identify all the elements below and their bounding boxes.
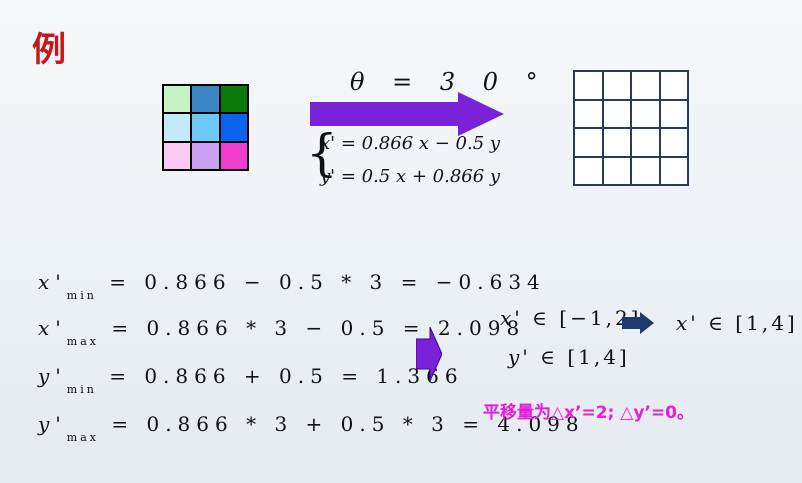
source-cell [191,113,220,142]
range-x-shifted: x' ∈ [1,4] [676,311,798,335]
destination-cell [659,156,688,185]
destination-cell [602,99,631,128]
calc-ymin: y'min = 0.866 + 0.5 = 1.366 [38,364,464,396]
destination-cell [631,71,660,100]
transform-equation-x: x' = 0.866 x − 0.5 y [320,133,501,154]
destination-cell [659,128,688,157]
calc-xmin: x'min = 0.866 − 0.5 * 3 = −0.634 [38,270,546,302]
shift-amount-text: 平移量为△x’=2; △y’=0。 [483,403,694,423]
destination-cell [659,99,688,128]
range-var: x' [676,311,699,335]
range-var: y' [508,345,531,369]
source-cell [163,85,192,114]
destination-cell [602,156,631,185]
source-pixel-grid [162,84,249,171]
range-x: x' ∈ [−1,2] [500,306,641,330]
destination-cell [574,128,603,157]
range-y: y' ∈ [1,4] [508,345,630,369]
destination-cell [602,128,631,157]
source-cell [219,113,248,142]
destination-cell [574,71,603,100]
transform-arrow-icon [310,92,504,136]
destination-cell [659,71,688,100]
destination-cell [631,156,660,185]
calc-var: y' [38,364,67,388]
source-cell [191,85,220,114]
shift-arrow-icon [622,312,654,334]
destination-pixel-grid [573,70,689,186]
calc-var: y' [38,412,67,436]
arrow-shape [416,327,442,381]
source-cell [219,141,248,170]
calc-xmax: x'max = 0.866 * 3 − 0.5 = 2.098 [38,316,525,348]
destination-cell [631,128,660,157]
range-value: ∈ [1,4] [708,311,798,335]
calc-expr: = 0.866 + 0.5 = 1.366 [109,364,464,388]
calc-expr: = 0.866 * 3 − 0.5 = 2.098 [111,316,526,340]
calc-var: x' [38,316,67,340]
source-cell [163,141,192,170]
source-cell [219,85,248,114]
arrow-shape [622,312,654,334]
calc-sub: max [66,431,99,444]
calc-sub: max [66,335,99,348]
source-cell [163,113,192,142]
transform-equation-y: y' = 0.5 x + 0.866 y [320,166,501,187]
calc-sub: min [66,383,97,396]
destination-cell [631,99,660,128]
range-value: ∈ [1,4] [540,345,630,369]
result-arrow-icon [416,327,442,381]
calc-var: x' [38,270,67,294]
source-cell [191,141,220,170]
arrow-shape [310,92,504,136]
calc-sub: min [66,289,97,302]
destination-cell [574,156,603,185]
slide-title: 例 [32,30,66,70]
destination-cell [602,71,631,100]
destination-cell [574,99,603,128]
range-var: x' [500,306,523,330]
calc-expr: = 0.866 − 0.5 * 3 = −0.634 [109,270,546,294]
